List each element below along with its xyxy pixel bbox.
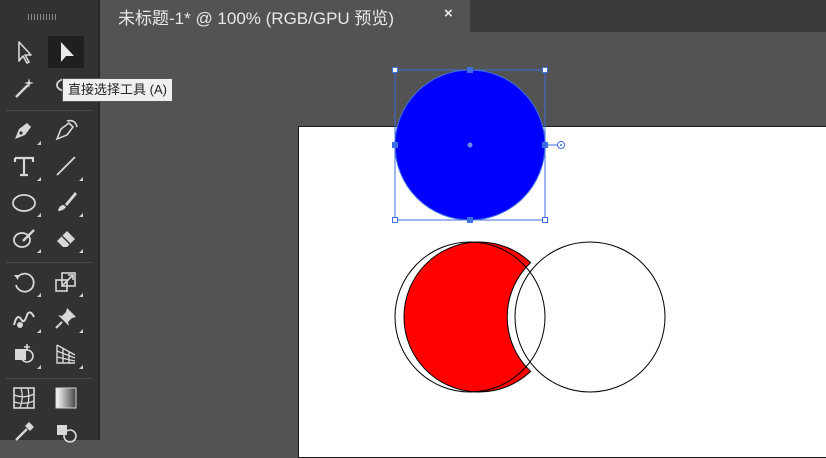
canvas-artwork — [392, 67, 666, 393]
pie-widget-dot — [560, 144, 562, 146]
tool-tooltip: 直接选择工具 (A) — [62, 78, 173, 102]
red-circle-shape[interactable] — [403, 241, 532, 393]
center-point — [467, 142, 473, 148]
right-circle-outline[interactable] — [514, 241, 666, 393]
